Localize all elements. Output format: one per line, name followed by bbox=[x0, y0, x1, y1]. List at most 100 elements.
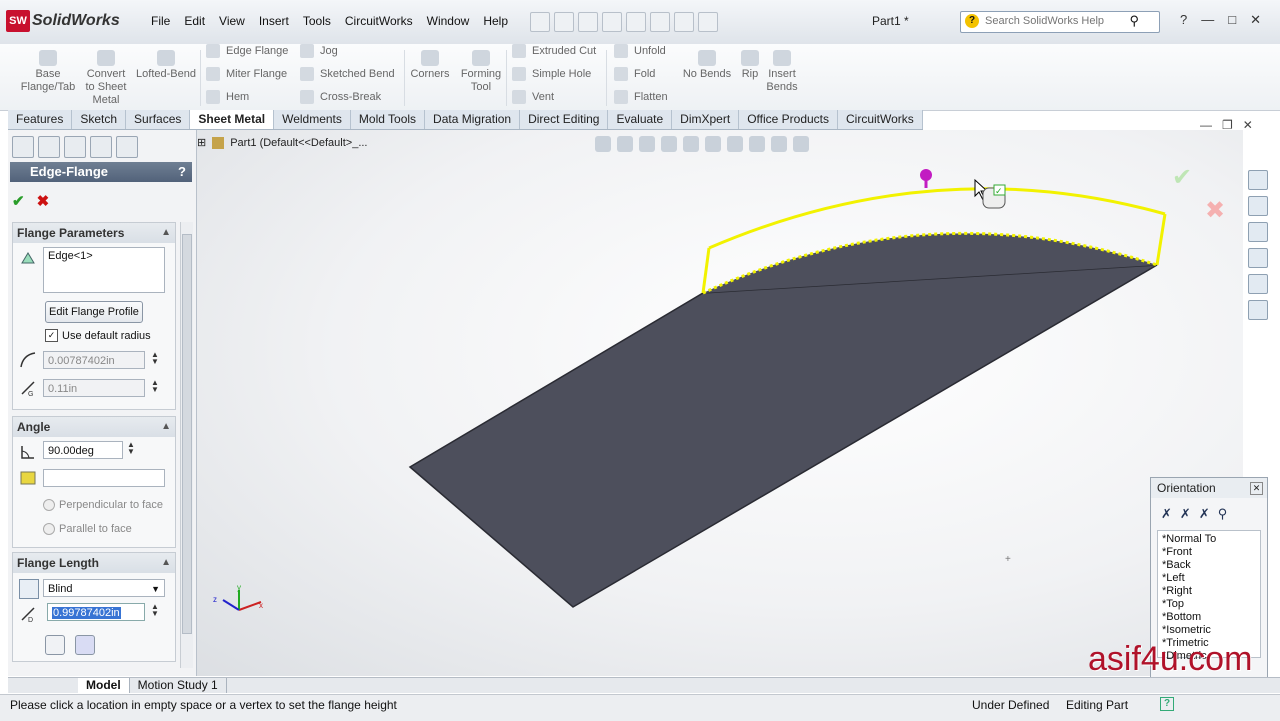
help-icon[interactable]: ? bbox=[1180, 12, 1187, 28]
menu-help[interactable]: Help bbox=[476, 14, 515, 28]
checkbox-checked-icon[interactable]: ✓ bbox=[45, 329, 58, 342]
menu-circuitworks[interactable]: CircuitWorks bbox=[338, 14, 420, 28]
configuration-manager-tab-icon[interactable] bbox=[64, 136, 86, 158]
graphics-area[interactable]: ⊞ Part1 (Default<<Default>_... ✓ ✔ ✖ x y… bbox=[197, 130, 1243, 676]
tab-sheet-metal[interactable]: Sheet Metal bbox=[190, 110, 275, 129]
menu-insert[interactable]: Insert bbox=[252, 14, 296, 28]
view-left[interactable]: *Left bbox=[1162, 572, 1256, 585]
view-bottom[interactable]: *Bottom bbox=[1162, 611, 1256, 624]
no-bends-button[interactable]: No Bends bbox=[680, 50, 734, 81]
reset-views-icon[interactable]: ✗ bbox=[1199, 506, 1210, 522]
sketched-bend-button[interactable]: Sketched Bend bbox=[300, 67, 395, 81]
extruded-cut-button[interactable]: Extruded Cut bbox=[512, 44, 596, 58]
display-manager-tab-icon[interactable] bbox=[116, 136, 138, 158]
tab-evaluate[interactable]: Evaluate bbox=[608, 110, 673, 129]
edge-selection-box[interactable]: Edge<1> bbox=[43, 247, 165, 293]
design-library-icon[interactable] bbox=[1248, 196, 1268, 216]
menu-view[interactable]: View bbox=[212, 14, 252, 28]
end-condition-select[interactable]: Blind ▼ bbox=[43, 579, 165, 597]
undo-icon[interactable] bbox=[626, 12, 646, 32]
home-icon[interactable] bbox=[1248, 170, 1268, 190]
minimize-icon[interactable]: — bbox=[1201, 12, 1214, 28]
panel-scrollbar[interactable] bbox=[180, 222, 193, 668]
menu-window[interactable]: Window bbox=[420, 14, 477, 28]
flange-parameters-header[interactable]: Flange Parameters ▲ bbox=[13, 223, 175, 243]
model-canvas[interactable]: ✓ ✔ ✖ x y z + bbox=[197, 130, 1243, 676]
view-palette-icon[interactable] bbox=[1248, 248, 1268, 268]
tab-features[interactable]: Features bbox=[8, 110, 73, 129]
ok-check-icon[interactable]: ✔ bbox=[12, 192, 25, 210]
confirm-ok-icon[interactable]: ✔ bbox=[1172, 164, 1192, 191]
view-right[interactable]: *Right bbox=[1162, 585, 1256, 598]
tab-surfaces[interactable]: Surfaces bbox=[126, 110, 191, 129]
open-icon[interactable] bbox=[554, 12, 574, 32]
collapse-icon[interactable]: ▲ bbox=[161, 417, 171, 437]
options-icon[interactable] bbox=[698, 12, 718, 32]
view-normal-to[interactable]: *Normal To bbox=[1162, 533, 1256, 546]
view-front[interactable]: *Front bbox=[1162, 546, 1256, 559]
select-icon[interactable] bbox=[650, 12, 670, 32]
feature-manager-tab-icon[interactable] bbox=[12, 136, 34, 158]
rip-button[interactable]: Rip bbox=[738, 50, 762, 81]
search-input[interactable] bbox=[983, 14, 1127, 28]
fold-button[interactable]: Fold bbox=[614, 67, 655, 81]
corners-button[interactable]: Corners bbox=[408, 50, 452, 81]
outer-virtual-sharp-icon[interactable] bbox=[45, 635, 65, 655]
radio-icon[interactable] bbox=[43, 499, 55, 511]
new-doc-icon[interactable] bbox=[530, 12, 550, 32]
tab-direct-editing[interactable]: Direct Editing bbox=[520, 110, 609, 129]
doc-close-icon[interactable]: ✕ bbox=[1243, 118, 1253, 132]
convert-sheet-metal-button[interactable]: Convert to Sheet Metal bbox=[82, 50, 130, 107]
edit-flange-profile-button[interactable]: Edit Flange Profile bbox=[45, 301, 143, 323]
folder-icon[interactable] bbox=[1248, 222, 1268, 242]
scroll-thumb[interactable] bbox=[182, 234, 192, 634]
bend-radius-field[interactable]: 0.00787402in bbox=[43, 351, 145, 369]
flange-angle-field[interactable]: 90.00deg bbox=[43, 441, 123, 459]
reverse-direction-icon[interactable] bbox=[19, 579, 39, 599]
print-icon[interactable] bbox=[602, 12, 622, 32]
custom-properties-icon[interactable] bbox=[1248, 300, 1268, 320]
appearances-icon[interactable] bbox=[1248, 274, 1268, 294]
parallel-to-face-radio[interactable]: Parallel to face bbox=[43, 523, 132, 535]
rebuild-icon[interactable] bbox=[674, 12, 694, 32]
tab-dimxpert[interactable]: DimXpert bbox=[672, 110, 740, 129]
gap-distance-field[interactable]: 0.11in bbox=[43, 379, 145, 397]
gap-spinner[interactable]: ▲ ▼ bbox=[151, 379, 159, 394]
vent-button[interactable]: Vent bbox=[512, 90, 554, 104]
app-logo[interactable]: SW SolidWorks bbox=[6, 8, 120, 34]
collapse-icon[interactable]: ▲ bbox=[161, 223, 171, 243]
tab-circuitworks[interactable]: CircuitWorks bbox=[838, 110, 923, 129]
perpendicular-to-face-radio[interactable]: Perpendicular to face bbox=[43, 499, 163, 511]
update-view-icon[interactable]: ✗ bbox=[1180, 506, 1191, 522]
lofted-bend-button[interactable]: Lofted-Bend bbox=[134, 50, 198, 81]
pin-icon[interactable]: ⚲ bbox=[1218, 506, 1228, 522]
miter-flange-button[interactable]: Miter Flange bbox=[206, 67, 287, 81]
tab-weldments[interactable]: Weldments bbox=[274, 110, 351, 129]
direction-arrow-handle[interactable] bbox=[920, 169, 932, 188]
help-button[interactable]: ? bbox=[178, 162, 186, 182]
forming-tool-button[interactable]: Forming Tool bbox=[456, 50, 506, 94]
dimxpert-manager-tab-icon[interactable] bbox=[90, 136, 112, 158]
tab-scroll-arrows[interactable] bbox=[8, 678, 78, 693]
help-search-box[interactable]: ? ⚲ bbox=[960, 11, 1160, 33]
view-isometric[interactable]: *Isometric bbox=[1162, 624, 1256, 637]
view-back[interactable]: *Back bbox=[1162, 559, 1256, 572]
maximize-icon[interactable]: □ bbox=[1228, 12, 1236, 28]
cross-break-button[interactable]: Cross-Break bbox=[300, 90, 381, 104]
search-icon[interactable]: ⚲ bbox=[1129, 13, 1139, 29]
tab-sketch[interactable]: Sketch bbox=[72, 110, 127, 129]
new-view-icon[interactable]: ✗ bbox=[1161, 506, 1172, 522]
base-flange-button[interactable]: Base Flange/Tab bbox=[20, 50, 76, 94]
close-icon[interactable]: ✕ bbox=[1250, 482, 1263, 495]
tab-office-products[interactable]: Office Products bbox=[739, 110, 839, 129]
view-top[interactable]: *Top bbox=[1162, 598, 1256, 611]
confirm-cancel-icon[interactable]: ✖ bbox=[1205, 197, 1225, 224]
inner-virtual-sharp-icon[interactable] bbox=[75, 635, 95, 655]
flatten-button[interactable]: Flatten bbox=[614, 90, 668, 104]
angle-spinner[interactable]: ▲ ▼ bbox=[127, 441, 135, 456]
menu-file[interactable]: File bbox=[144, 14, 177, 28]
unfold-button[interactable]: Unfold bbox=[614, 44, 666, 58]
insert-bends-button[interactable]: Insert Bends bbox=[764, 50, 800, 94]
save-icon[interactable] bbox=[578, 12, 598, 32]
tab-data-migration[interactable]: Data Migration bbox=[425, 110, 521, 129]
